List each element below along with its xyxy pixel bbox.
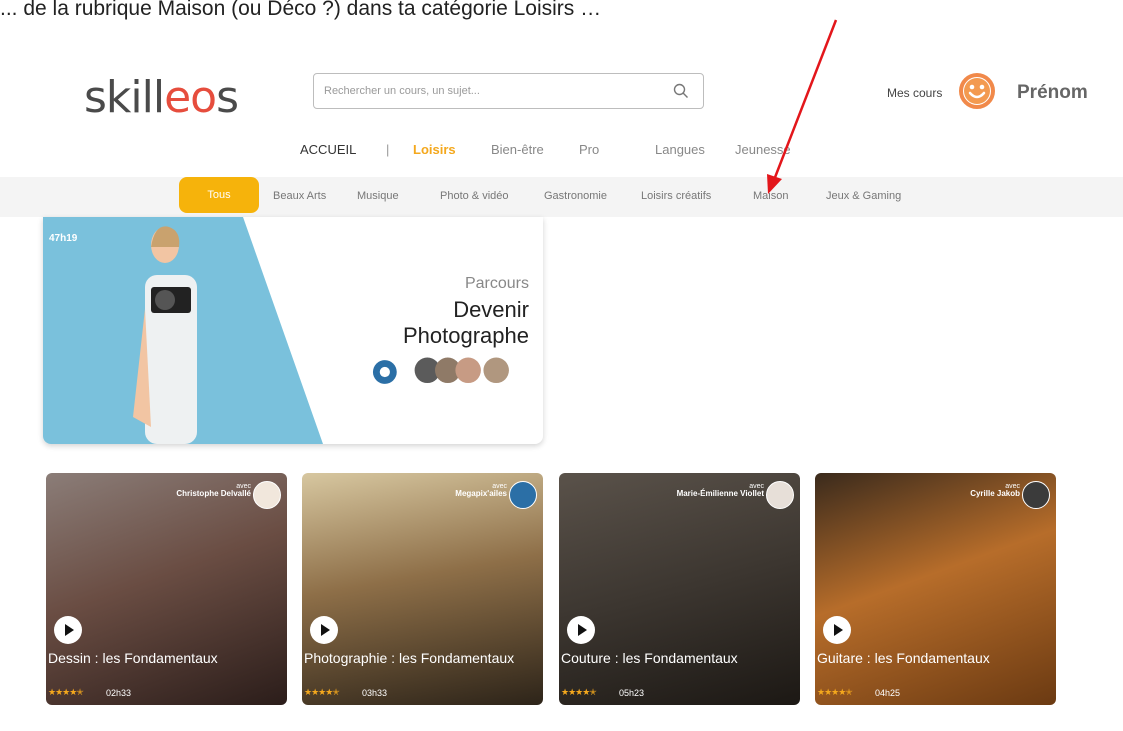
photographer-illustration <box>133 226 197 444</box>
course-card-photographie[interactable]: avec Megapix'ailes Photographie : les Fon… <box>302 473 543 705</box>
course-title: Photographie : les Fondamentaux <box>304 650 515 666</box>
nav-pro[interactable]: Pro <box>579 142 599 157</box>
nav-bien-etre[interactable]: Bien-être <box>491 142 544 157</box>
star-rating: ★★★★✭ <box>48 687 84 697</box>
play-icon[interactable] <box>310 616 338 644</box>
banner-title-line-2: Photographe <box>403 323 529 348</box>
course-teacher-caption: avec Cyrille Jakob <box>970 483 1020 499</box>
banner-duration: 47h19 <box>49 233 78 244</box>
nav-separator: | <box>386 142 390 157</box>
star-rating: ★★★★✭ <box>304 687 340 697</box>
play-icon[interactable] <box>54 616 82 644</box>
course-teacher-caption: avec Marie-Émilienne Viollet <box>676 483 764 499</box>
category-tab-jeux-gaming[interactable]: Jeux & Gaming <box>826 190 901 202</box>
annotation-caption: ... de la rubrique Maison (ou Déco ?) da… <box>0 0 602 20</box>
category-tab-gastronomie[interactable]: Gastronomie <box>544 190 607 202</box>
instructor-avatars <box>372 357 509 384</box>
course-teacher-caption: avec Christophe Delvallé <box>176 483 251 499</box>
category-tab-loisirs-creatifs[interactable]: Loisirs créatifs <box>641 190 711 202</box>
category-bar: Tous Beaux Arts Musique Photo & vidéo Ga… <box>0 177 1123 217</box>
featured-course-banner[interactable]: 47h19 Parcours Devenir Photographe <box>43 217 543 444</box>
star-rating: ★★★★✭ <box>561 687 597 697</box>
course-title: Dessin : les Fondamentaux <box>48 650 218 666</box>
course-title: Couture : les Fondamentaux <box>561 650 738 666</box>
course-teacher-caption: avec Megapix'ailes <box>455 483 507 499</box>
course-card-dessin[interactable]: avec Christophe Delvallé Dessin : les Fon… <box>46 473 287 705</box>
teacher-avatar <box>253 481 281 509</box>
teacher-avatar <box>766 481 794 509</box>
banner-title-line-1: Devenir <box>453 297 529 322</box>
nav-jeunesse[interactable]: Jeunesse <box>735 142 791 157</box>
category-tab-maison[interactable]: Maison <box>753 190 788 202</box>
category-tab-musique[interactable]: Musique <box>357 190 399 202</box>
nav-home[interactable]: ACCUEIL <box>300 142 356 157</box>
banner-kicker: Parcours <box>464 275 529 292</box>
course-card-guitare[interactable]: avec Cyrille Jakob Guitare : les Fondamen… <box>815 473 1056 705</box>
course-duration: 05h23 <box>619 688 645 698</box>
category-tab-beaux-arts[interactable]: Beaux Arts <box>273 190 326 202</box>
main-navigation: ACCUEIL | Loisirs Bien-être Pro Langues … <box>0 142 1123 162</box>
logo[interactable]: skilleos <box>84 72 239 123</box>
logo-text: skilleos <box>84 72 239 123</box>
play-icon[interactable] <box>567 616 595 644</box>
smiley-avatar-icon[interactable] <box>958 72 996 110</box>
search-input[interactable] <box>314 74 654 108</box>
teacher-avatar <box>509 481 537 509</box>
search-box[interactable] <box>313 73 704 109</box>
nav-langues[interactable]: Langues <box>655 142 705 157</box>
star-rating: ★★★★✭ <box>817 687 853 697</box>
category-tab-tous[interactable]: Tous <box>179 177 259 213</box>
search-icon[interactable] <box>673 83 689 99</box>
user-name[interactable]: Prénom <box>1017 82 1088 104</box>
course-title: Guitare : les Fondamentaux <box>817 650 990 666</box>
course-duration: 03h33 <box>362 688 388 698</box>
teacher-avatar <box>1022 481 1050 509</box>
course-card-couture[interactable]: avec Marie-Émilienne Viollet Couture : le… <box>559 473 800 705</box>
my-courses-link[interactable]: Mes cours <box>887 86 942 100</box>
course-duration: 02h33 <box>106 688 132 698</box>
nav-loisirs[interactable]: Loisirs <box>413 142 456 157</box>
category-tab-photo-video[interactable]: Photo & vidéo <box>440 190 509 202</box>
play-icon[interactable] <box>823 616 851 644</box>
page: ... de la rubrique Maison (ou Déco ?) da… <box>0 0 1123 731</box>
course-duration: 04h25 <box>875 688 901 698</box>
